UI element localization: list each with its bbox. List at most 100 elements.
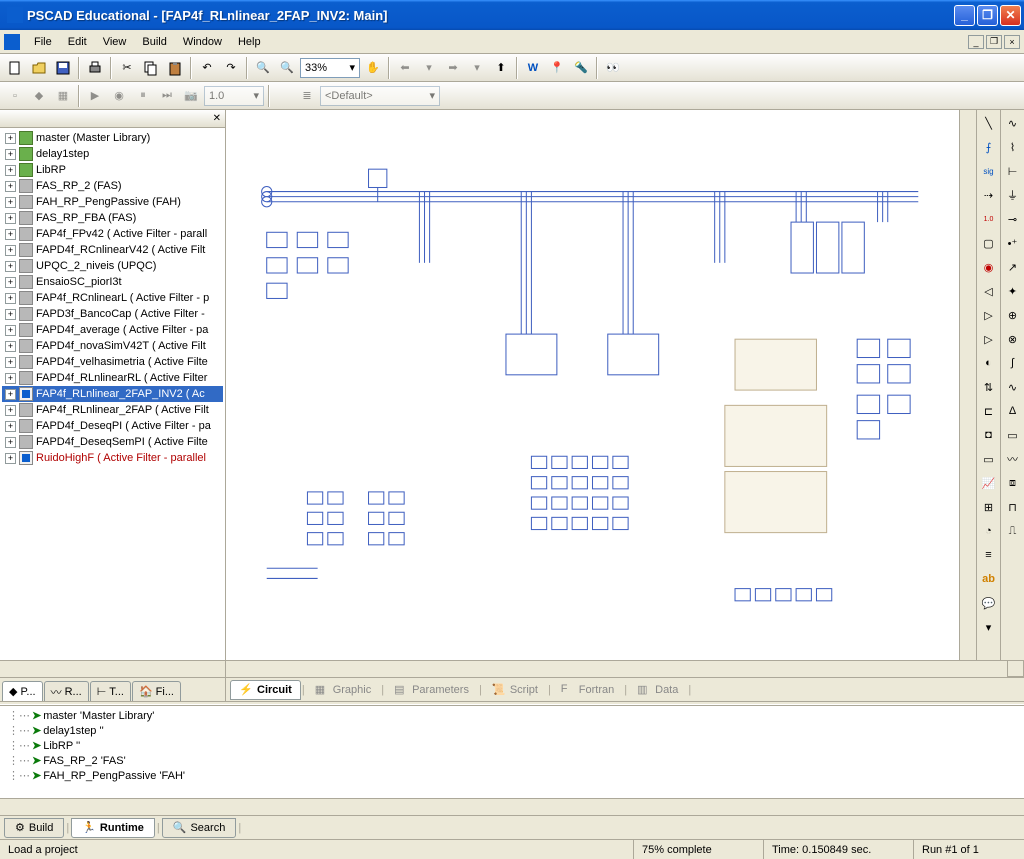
minimize-button[interactable]: _ [954, 5, 975, 26]
step-icon[interactable]: ⎍ [1003, 522, 1023, 540]
canvas-tab-data[interactable]: ▥Data [628, 680, 687, 700]
zoom-out-button[interactable]: 🔍 [276, 57, 298, 79]
menu-file[interactable]: File [26, 34, 60, 50]
tree-item[interactable]: +master (Master Library) [2, 130, 223, 146]
output-row[interactable]: ⋮⋯➤master 'Master Library' [8, 708, 1016, 723]
stop-button[interactable]: ◉ [108, 85, 130, 107]
left-tab[interactable]: 〰R... [44, 681, 89, 701]
arrow2-icon[interactable]: ↗ [1003, 258, 1023, 276]
button-icon[interactable]: ◘ [979, 426, 999, 444]
tree-item[interactable]: +FAPD3f_BancoCap ( Active Filter - [2, 306, 223, 322]
bubble-icon[interactable]: 💬 [979, 594, 999, 612]
box-icon[interactable]: ▢ [979, 234, 999, 252]
zoom-combo[interactable]: 33%▾ [300, 58, 360, 78]
xy-icon[interactable]: ⊞ [979, 498, 999, 516]
switch-icon[interactable]: ⊏ [979, 402, 999, 420]
expand-icon[interactable]: + [5, 405, 16, 416]
signal-icon[interactable]: sig [979, 162, 999, 180]
wire-button[interactable]: W [522, 57, 544, 79]
diff-icon[interactable]: Δ [1003, 402, 1023, 420]
expand-icon[interactable]: + [5, 165, 16, 176]
expand-icon[interactable]: + [5, 229, 16, 240]
schematic-canvas[interactable] [226, 110, 959, 660]
mdi-restore[interactable]: ❐ [986, 35, 1002, 49]
tree-item[interactable]: +FAPD4f_velhasimetria ( Active Filte [2, 354, 223, 370]
graph-icon[interactable]: ▭ [979, 450, 999, 468]
block2-icon[interactable]: ▭ [1003, 426, 1023, 444]
dot-icon[interactable]: •⁺ [1003, 234, 1023, 252]
left-tab[interactable]: ◆P... [2, 681, 43, 701]
nav-back-menu[interactable]: ▾ [418, 57, 440, 79]
speaker-icon[interactable]: ◁ [979, 282, 999, 300]
redo-button[interactable]: ↷ [220, 57, 242, 79]
nav-fwd-button[interactable]: ➡ [442, 57, 464, 79]
output-hscrollbar[interactable] [0, 798, 1024, 815]
triangleB-icon[interactable]: ▷ [979, 330, 999, 348]
expand-icon[interactable]: + [5, 389, 16, 400]
output-row[interactable]: ⋮⋯➤delay1step '' [8, 723, 1016, 738]
chevron-down-icon[interactable]: ▾ [979, 618, 999, 636]
arrow-icon[interactable]: ⇢ [979, 186, 999, 204]
tree-item[interactable]: +FAPD4f_DeseqPI ( Active Filter - pa [2, 418, 223, 434]
matrix-button[interactable]: ▦ [52, 85, 74, 107]
print-button[interactable] [84, 57, 106, 79]
canvas-tab-script[interactable]: 📜Script [483, 680, 547, 700]
add-comp-button[interactable]: ▫ [4, 85, 26, 107]
layer-toggle-button[interactable]: ≣ [296, 85, 318, 107]
output-tab-build[interactable]: ⚙Build [4, 818, 64, 838]
paste-button[interactable] [164, 57, 186, 79]
menu-edit[interactable]: Edit [60, 34, 95, 50]
tree-item[interactable]: +FAP4f_RLnlinear_2FAP_INV2 ( Ac [2, 386, 223, 402]
menu-view[interactable]: View [95, 34, 135, 50]
expand-icon[interactable]: + [5, 197, 16, 208]
zoom-in-button[interactable]: 🔍 [252, 57, 274, 79]
mdi-close[interactable]: × [1004, 35, 1020, 49]
meter-icon[interactable]: ◐ [979, 354, 999, 372]
tree-item[interactable]: +FAPD4f_RCnlinearV42 ( Active Filt [2, 242, 223, 258]
slider-icon[interactable]: ⇅ [979, 378, 999, 396]
canvas-hscrollbar[interactable] [226, 660, 1007, 677]
sine-icon[interactable]: ∿ [1003, 378, 1023, 396]
output-row[interactable]: ⋮⋯➤FAH_RP_PengPassive 'FAH' [8, 768, 1016, 783]
tree-item[interactable]: +FAS_RP_2 (FAS) [2, 178, 223, 194]
tree-item[interactable]: +LibRP [2, 162, 223, 178]
expand-icon[interactable]: + [5, 261, 16, 272]
maximize-button[interactable]: ❐ [977, 5, 998, 26]
expand-icon[interactable]: + [5, 325, 16, 336]
save-button[interactable] [52, 57, 74, 79]
left-tab[interactable]: ⊢T... [90, 681, 131, 701]
menu-help[interactable]: Help [230, 34, 269, 50]
limit-icon[interactable]: ⊓ [1003, 498, 1023, 516]
expand-icon[interactable]: + [5, 149, 16, 160]
undo-button[interactable]: ↶ [196, 57, 218, 79]
wire-icon[interactable]: ╲ [979, 114, 999, 132]
nav-back-button[interactable]: ⬅ [394, 57, 416, 79]
triangleA-icon[interactable]: ▷ [979, 306, 999, 324]
open-button[interactable] [28, 57, 50, 79]
new-button[interactable] [4, 57, 26, 79]
capacitor-icon[interactable]: ⊢ [1003, 162, 1023, 180]
ab-icon[interactable]: ab [979, 570, 999, 588]
mult-icon[interactable]: ⊗ [1003, 330, 1023, 348]
tree-item[interactable]: +FAPD4f_DeseqSemPI ( Active Filte [2, 434, 223, 450]
play-button[interactable]: ▶ [84, 85, 106, 107]
expand-icon[interactable]: + [5, 245, 16, 256]
find-button[interactable]: 🔦 [570, 57, 592, 79]
cut-button[interactable]: ✂ [116, 57, 138, 79]
layers-button[interactable]: ◆ [28, 85, 50, 107]
canvas-tab-parameters[interactable]: ▤Parameters [385, 680, 478, 700]
canvas-vscrollbar[interactable] [959, 110, 976, 660]
expand-icon[interactable]: + [5, 373, 16, 384]
output-tab-runtime[interactable]: 🏃Runtime [71, 818, 155, 838]
comp-icon[interactable]: ⧈ [1003, 474, 1023, 492]
inductor-icon[interactable]: ⌇ [1003, 138, 1023, 156]
pause-button[interactable]: ⏸ [132, 85, 154, 107]
resistor-icon[interactable]: ∿ [1003, 114, 1023, 132]
expand-icon[interactable]: + [5, 357, 16, 368]
output-tree[interactable]: ⋮⋯➤master 'Master Library'⋮⋯➤delay1step … [0, 706, 1024, 798]
ground-icon[interactable]: ⏚ [1003, 186, 1023, 204]
tree-item[interactable]: +RuidoHighF ( Active Filter - parallel [2, 450, 223, 466]
sum-icon[interactable]: ⊕ [1003, 306, 1023, 324]
nav-up-button[interactable]: ⬆ [490, 57, 512, 79]
expand-icon[interactable]: + [5, 277, 16, 288]
